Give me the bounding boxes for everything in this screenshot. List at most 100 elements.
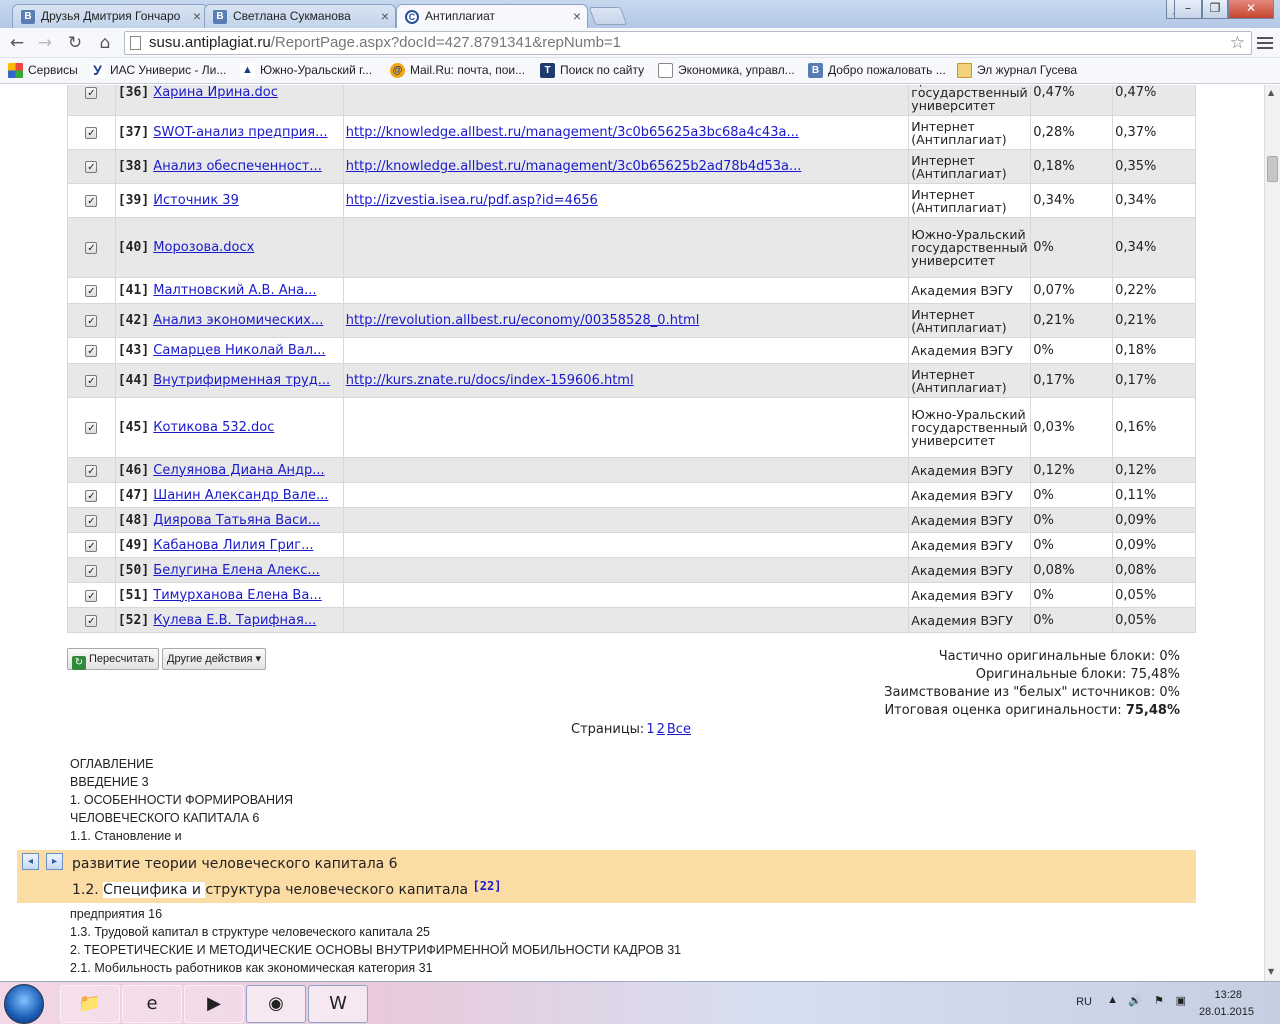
bookmark-star-icon[interactable]: ☆ <box>1230 32 1245 54</box>
network-icon[interactable]: ▣ <box>1176 994 1186 1007</box>
source-name-link[interactable]: Тимурханова Елена Ва... <box>153 588 321 603</box>
next-block-arrow-icon[interactable]: ▸ <box>46 853 63 870</box>
tab-antiplagiat[interactable]: C Антиплагиат × <box>396 4 588 28</box>
word-taskbar-icon[interactable]: W <box>308 985 368 1023</box>
home-icon[interactable]: ⌂ <box>94 32 116 54</box>
source-name-link[interactable]: Внутрифирменная труд... <box>153 373 330 388</box>
source-name-link[interactable]: SWOT-анализ предприя... <box>153 125 327 140</box>
source-name-link[interactable]: Шанин Александр Вале... <box>153 488 328 503</box>
prev-block-arrow-icon[interactable]: ◂ <box>22 853 39 870</box>
source-checkbox[interactable]: ✓ <box>85 489 98 502</box>
close-window-button[interactable]: ✕ <box>1228 0 1274 19</box>
source-name-link[interactable]: Диярова Татьяна Васи... <box>153 513 320 528</box>
page-link-2[interactable]: 2 <box>657 722 665 737</box>
source-share: 0,08% <box>1030 557 1114 583</box>
source-name-link[interactable]: Харина Ирина.doc <box>153 85 278 100</box>
source-name-link[interactable]: Малтновский А.В. Ана... <box>153 283 316 298</box>
browser-menu-icon[interactable] <box>1256 34 1274 52</box>
bookmark-economics[interactable]: Экономика, управл... <box>658 63 795 79</box>
source-url-link[interactable]: http://knowledge.allbest.ru/management/3… <box>346 125 799 140</box>
bookmark-ias[interactable]: У ИАС Универис - Ли... <box>90 63 226 79</box>
source-name-link[interactable]: Анализ обеспеченност... <box>153 159 322 174</box>
source-url-link[interactable]: http://izvestia.isea.ru/pdf.asp?id=4656 <box>346 193 598 208</box>
source-total: 0,05% <box>1112 582 1196 608</box>
source-checkbox[interactable]: ✓ <box>85 315 98 327</box>
source-checkbox[interactable]: ✓ <box>85 345 98 357</box>
source-name-link[interactable]: Белугина Елена Алекс... <box>153 563 320 578</box>
scroll-down-arrow-icon[interactable]: ▼ <box>1268 967 1274 976</box>
pagination: Страницы: 1 2 Все <box>571 722 691 737</box>
source-checkbox[interactable]: ✓ <box>85 285 98 297</box>
stat-original: Оригинальные блоки: 75,48% <box>975 667 1180 682</box>
forward-arrow-icon[interactable]: → <box>34 32 56 54</box>
ie-taskbar-icon[interactable]: e <box>122 985 182 1023</box>
minimize-button[interactable]: – <box>1174 0 1202 19</box>
start-button[interactable] <box>4 984 44 1024</box>
vertical-scrollbar[interactable]: ▲ ▼ <box>1264 85 1280 981</box>
source-name-link[interactable]: Котикова 532.doc <box>153 420 274 435</box>
close-tab-icon[interactable]: × <box>573 8 581 24</box>
clock-date[interactable]: 28.01.2015 <box>1199 1006 1254 1018</box>
source-checkbox[interactable]: ✓ <box>85 514 98 527</box>
language-indicator[interactable]: RU <box>1076 996 1092 1008</box>
tray-arrow-icon[interactable]: ▲ <box>1107 994 1118 1006</box>
source-name-link[interactable]: Кабанова Лилия Григ... <box>153 538 313 553</box>
bookmark-susu[interactable]: ▲ Южно-Уральский г... <box>240 63 372 79</box>
source-name-link[interactable]: Самарцев Николай Вал... <box>153 343 325 358</box>
source-name-link[interactable]: Кулева Е.В. Тарифная... <box>153 613 316 628</box>
tab-title: Друзья Дмитрия Гончаро <box>41 9 181 23</box>
bookmark-journal[interactable]: Эл журнал Гусева <box>957 63 1077 79</box>
chrome-taskbar-icon[interactable]: ◉ <box>246 985 306 1023</box>
scrollbar-thumb[interactable] <box>1267 156 1278 182</box>
source-checkbox-cell: ✓ <box>67 363 116 398</box>
source-checkbox[interactable]: ✓ <box>85 539 98 552</box>
source-name-link[interactable]: Морозова.docx <box>153 240 254 255</box>
source-checkbox[interactable]: ✓ <box>85 161 98 173</box>
source-checkbox[interactable]: ✓ <box>85 375 98 387</box>
source-checkbox[interactable]: ✓ <box>85 464 98 477</box>
source-checkbox[interactable]: ✓ <box>85 195 98 207</box>
source-checkbox[interactable]: ✓ <box>85 422 98 434</box>
tab-vk-friends[interactable]: B Друзья Дмитрия Гончаро × <box>12 4 208 28</box>
source-checkbox[interactable]: ✓ <box>85 127 98 139</box>
bookmark-welcome[interactable]: B Добро пожаловать ... <box>808 63 946 79</box>
source-url-link[interactable]: http://kurs.znate.ru/docs/index-159606.h… <box>346 373 634 388</box>
recalculate-button[interactable]: ↻ Пересчитать <box>67 648 160 670</box>
new-tab-button[interactable] <box>588 7 628 25</box>
bookmark-services[interactable]: Сервисы <box>8 63 78 79</box>
scroll-up-arrow-icon[interactable]: ▲ <box>1268 88 1274 97</box>
close-tab-icon[interactable]: × <box>381 8 389 24</box>
media-player-taskbar-icon[interactable]: ▶ <box>184 985 244 1023</box>
bookmark-search[interactable]: T Поиск по сайту <box>540 63 644 79</box>
source-row: ✓ [45] Котикова 532.doc Южно-Уральский гос… <box>67 397 1196 458</box>
close-tab-icon[interactable]: × <box>193 8 201 24</box>
source-collection: Южно-Уральский государственный университ… <box>908 397 1032 458</box>
clock-time[interactable]: 13:28 <box>1214 989 1242 1001</box>
source-number: [46] <box>117 462 150 478</box>
source-reference-link[interactable]: [22] <box>473 879 502 893</box>
page-link-all[interactable]: Все <box>667 722 691 737</box>
reload-icon[interactable]: ↻ <box>64 32 86 54</box>
source-checkbox[interactable]: ✓ <box>85 242 98 254</box>
source-url-link[interactable]: http://revolution.allbest.ru/economy/003… <box>346 313 700 328</box>
maximize-button[interactable]: ❐ <box>1202 0 1228 19</box>
explorer-taskbar-icon[interactable]: 📁 <box>60 985 120 1023</box>
source-checkbox[interactable]: ✓ <box>85 614 98 627</box>
tab-vk-svetlana[interactable]: B Светлана Сукманова × <box>204 4 396 28</box>
source-name-link[interactable]: Селуянова Диана Андр... <box>153 463 324 478</box>
source-url-link[interactable]: http://knowledge.allbest.ru/management/3… <box>346 159 802 174</box>
source-name-cell: [48] Диярова Татьяна Васи... <box>114 507 344 533</box>
source-checkbox[interactable]: ✓ <box>85 564 98 577</box>
source-total: 0,34% <box>1112 183 1196 218</box>
source-checkbox[interactable]: ✓ <box>85 589 98 602</box>
back-arrow-icon[interactable]: ← <box>6 32 28 54</box>
bookmark-mailru[interactable]: @ Mail.Ru: почта, пои... <box>390 63 525 79</box>
source-checkbox[interactable]: ✓ <box>85 87 98 99</box>
volume-icon[interactable]: 🔊 <box>1128 994 1142 1007</box>
address-bar[interactable]: susu.antiplagiat.ru/ReportPage.aspx?docI… <box>124 31 1252 55</box>
page-link-1[interactable]: 1 <box>646 722 654 737</box>
other-actions-button[interactable]: Другие действия ▾ <box>162 648 267 670</box>
flag-icon[interactable]: ⚑ <box>1154 994 1164 1007</box>
source-name-link[interactable]: Источник 39 <box>153 193 239 208</box>
source-name-link[interactable]: Анализ экономических... <box>153 313 323 328</box>
